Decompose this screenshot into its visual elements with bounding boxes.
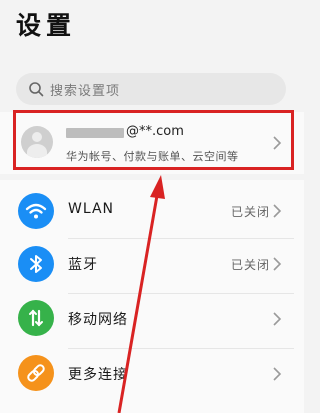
setting-row-mobile-network[interactable]: 移动网络 [0,293,304,349]
setting-label: 移动网络 [68,312,128,328]
search-bar[interactable]: 搜索设置项 [16,73,286,105]
setting-row-bluetooth[interactable]: 蓝牙 已关闭 [0,238,304,294]
setting-label: 蓝牙 [68,257,98,273]
setting-value: 已关闭 [231,258,271,272]
chevron-right-icon [273,312,282,326]
redacted-email [66,128,124,138]
avatar-icon [21,126,53,158]
wifi-icon [18,193,54,229]
page-title: 设置 [16,11,77,40]
account-card[interactable] [0,112,304,174]
settings-list: WLAN 已关闭 蓝牙 已关闭 移动网络 更多连接 [0,180,304,413]
bluetooth-icon [18,246,54,282]
link-icon [18,355,54,391]
setting-label: 更多连接 [68,367,128,383]
chevron-right-icon [273,136,282,150]
setting-row-wlan[interactable]: WLAN 已关闭 [0,182,304,238]
account-email: @**.com [126,124,184,139]
account-subtitle: 华为帐号、付款与账单、云空间等 [66,150,239,163]
mobile-network-icon [18,300,54,336]
chevron-right-icon [273,204,282,218]
search-icon [29,82,44,97]
setting-label: WLAN [68,201,115,217]
setting-value: 已关闭 [231,205,271,219]
setting-row-more-connections[interactable]: 更多连接 [0,348,304,404]
chevron-right-icon [273,257,282,271]
chevron-right-icon [273,367,282,381]
search-placeholder: 搜索设置项 [50,84,121,99]
